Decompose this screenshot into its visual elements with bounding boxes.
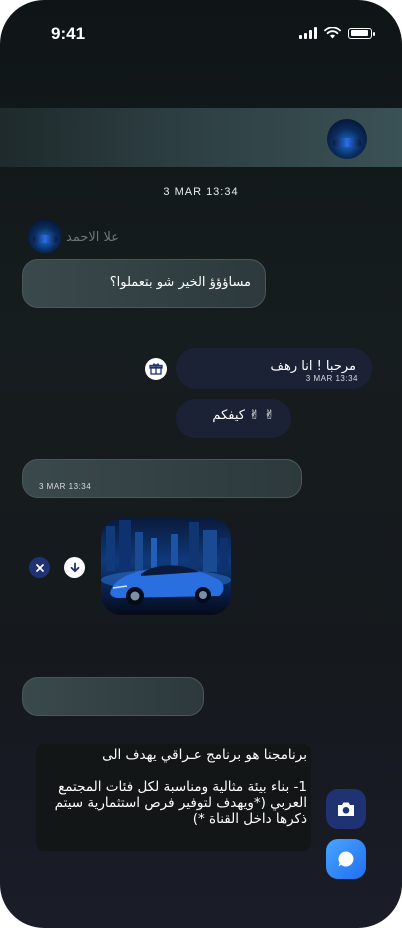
date-separator: 3 MAR 13:34 bbox=[163, 186, 239, 198]
sender-name: علا الاحمد bbox=[66, 230, 120, 245]
message-text: ✌ ✌ كيفكم bbox=[212, 408, 275, 423]
message-text: مساؤؤؤ الخير شو بتعملوا؟ bbox=[109, 275, 251, 290]
message-timestamp: 3 MAR 13:34 bbox=[305, 374, 358, 383]
message-composer[interactable]: برنامجنا هو برنامج عـراقي يهدف الى 1- بن… bbox=[36, 744, 311, 851]
close-icon[interactable] bbox=[29, 557, 50, 578]
phone-screen: 9:41 3 MAR 13:34 علا الاحمد مساؤؤؤ الخير… bbox=[0, 0, 402, 928]
status-time: 9:41 bbox=[51, 24, 86, 43]
sender-avatar[interactable] bbox=[28, 219, 62, 253]
received-message[interactable]: مساؤؤؤ الخير شو بتعملوا؟ bbox=[22, 259, 266, 308]
download-icon[interactable] bbox=[64, 557, 85, 578]
status-bar: 9:41 bbox=[0, 0, 402, 70]
status-icons bbox=[299, 27, 375, 39]
camera-icon[interactable] bbox=[326, 789, 366, 829]
sent-message[interactable]: مرحبا ! انا رهف 3 MAR 13:34 bbox=[176, 348, 372, 389]
gift-icon[interactable] bbox=[145, 358, 167, 380]
composer-text[interactable]: برنامجنا هو برنامج عـراقي يهدف الى 1- بن… bbox=[45, 747, 307, 827]
received-message[interactable] bbox=[22, 677, 204, 716]
sports-car-image[interactable] bbox=[101, 518, 231, 615]
message-text: مرحبا ! انا رهف bbox=[270, 359, 356, 374]
wifi-icon bbox=[324, 27, 341, 39]
received-message[interactable]: 3 MAR 13:34 bbox=[22, 459, 302, 498]
message-timestamp: 3 MAR 13:34 bbox=[39, 482, 92, 491]
chat-icon[interactable] bbox=[326, 839, 366, 879]
group-avatar[interactable] bbox=[327, 119, 367, 159]
battery-icon bbox=[348, 27, 375, 39]
signal-icon bbox=[299, 27, 317, 39]
sent-message[interactable]: ✌ ✌ كيفكم bbox=[176, 399, 291, 438]
chat-header bbox=[0, 108, 402, 167]
